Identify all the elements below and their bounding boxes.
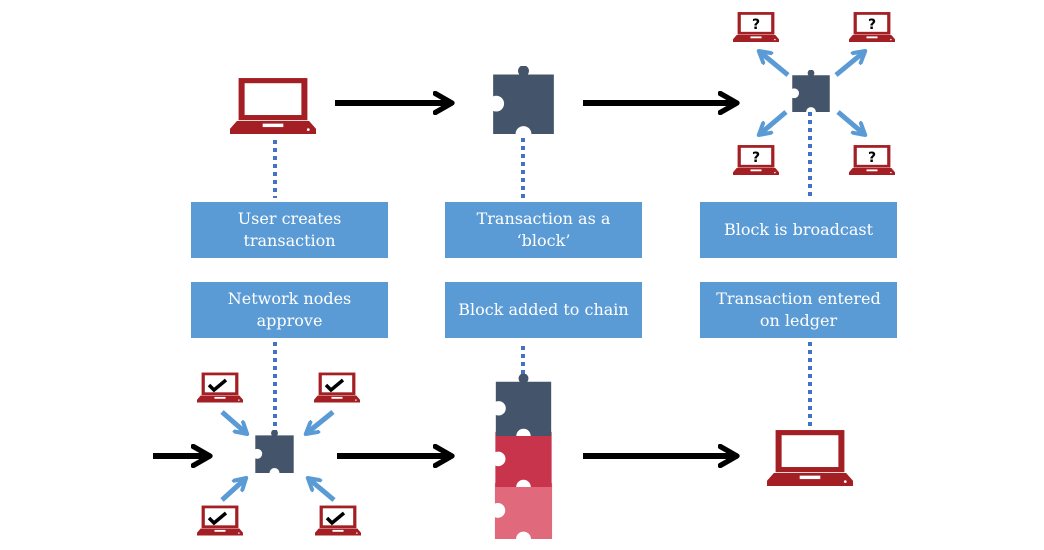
laptop-icon (230, 78, 316, 134)
block-chain-stack (490, 374, 553, 539)
step-label-chain: Block added to chain (445, 282, 642, 338)
approval-arrow (220, 479, 245, 502)
question-mark-icon: ? (752, 150, 760, 166)
approved-node (197, 505, 243, 536)
broadcast-arrow (760, 52, 790, 77)
question-mark-icon: ? (868, 17, 876, 33)
question-mark-icon: ? (868, 150, 876, 166)
puzzle-piece-icon (790, 70, 830, 112)
approved-node (197, 372, 243, 403)
broadcast-arrow (834, 52, 864, 77)
puzzle-piece-icon (252, 430, 294, 473)
broadcast-arrow (760, 110, 788, 134)
laptop-icon (197, 505, 243, 536)
approval-arrow (307, 410, 335, 433)
broadcast-arrow (836, 110, 864, 134)
approved-node (314, 372, 360, 403)
puzzle-piece-icon (491, 374, 552, 436)
laptop-icon (314, 372, 360, 403)
step-label-broadcast: Block is broadcast (700, 202, 897, 258)
laptop-icon (315, 505, 361, 536)
step-label-approve: Network nodes approve (191, 282, 388, 338)
approval-arrow (220, 410, 246, 433)
question-mark-icon: ? (752, 17, 760, 33)
unknown-node: ? (733, 145, 779, 175)
laptop-icon (767, 430, 853, 486)
step-label-ledger: Transaction entered on ledger (700, 282, 897, 338)
approved-node (315, 505, 361, 536)
step-label-block: Transaction as a ‘block’ (445, 202, 642, 258)
laptop-icon (197, 372, 243, 403)
approval-arrow (309, 479, 336, 502)
puzzle-piece-icon (490, 66, 554, 134)
blockchain-process-diagram: ? ? ? ? User creates transaction Transac… (0, 0, 1044, 550)
unknown-node: ? (849, 12, 895, 42)
step-label-create: User creates transaction (191, 202, 388, 258)
diagram-canvas: ? ? ? ? (153, 12, 895, 539)
unknown-node: ? (733, 12, 779, 42)
unknown-node: ? (849, 145, 895, 175)
